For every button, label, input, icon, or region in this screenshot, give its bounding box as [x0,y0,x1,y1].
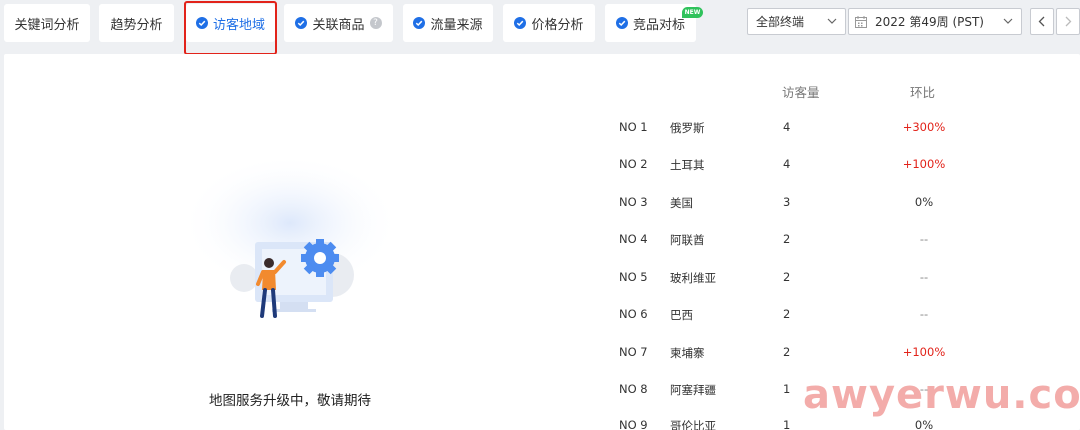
change-cell: +300% [902,120,946,134]
verified-check-icon [413,17,426,29]
chevron-down-icon [827,18,837,24]
tab-label: 价格分析 [531,17,584,33]
country-cell: 土耳其 [670,158,705,172]
calendar-icon [855,16,867,28]
country-cell: 阿塞拜疆 [670,383,716,397]
chevron-right-icon [1065,16,1072,27]
change-cell: 0% [914,418,934,430]
visits-cell: 2 [783,307,791,321]
visits-cell: 1 [783,382,791,396]
table-row: NO 2 土耳其 4 +100% [0,157,1080,177]
tab-related-products[interactable]: 关联商品 ? [284,4,393,42]
visits-cell: 2 [783,270,791,284]
change-cell: -- [919,307,929,321]
visits-cell: 4 [783,120,791,134]
rank-cell: NO 4 [619,232,648,246]
country-cell: 柬埔寨 [670,346,705,360]
country-cell: 巴西 [670,308,693,322]
country-cell: 玻利维亚 [670,271,716,285]
change-cell: +100% [902,345,946,359]
rank-cell: NO 3 [619,195,648,209]
prev-week-button[interactable] [1030,8,1054,35]
chevron-left-icon [1038,16,1045,27]
terminal-select[interactable]: 全部终端 [747,8,846,35]
week-picker-value: 2022 第49周 (PST) [875,15,984,29]
country-cell: 哥伦比亚 [670,419,716,430]
tab-label: 趋势分析 [110,17,163,33]
visits-cell: 4 [783,157,791,171]
table-row: NO 7 柬埔寨 2 +100% [0,345,1080,365]
tab-trend-analysis[interactable]: 趋势分析 [99,4,174,42]
rank-cell: NO 7 [619,345,648,359]
table-row: NO 6 巴西 2 -- [0,307,1080,327]
tab-label: 竞品对标 [632,17,685,33]
week-picker[interactable]: 2022 第49周 (PST) [848,8,1022,35]
rank-cell: NO 6 [619,307,648,321]
highlight-box [184,1,277,55]
new-badge: NEW [682,7,703,18]
rank-cell: NO 9 [619,418,648,430]
table-row: NO 4 阿联酋 2 -- [0,232,1080,252]
change-cell: 0% [914,195,934,209]
terminal-select-value: 全部终端 [756,15,805,29]
verified-check-icon [295,17,308,29]
tab-keyword-analysis[interactable]: 关键词分析 [4,4,90,42]
verified-check-icon [615,17,628,29]
column-header-visits: 访客量 [782,85,820,100]
tab-label: 流量来源 [430,17,483,33]
change-cell: -- [919,232,929,246]
table-row: NO 1 俄罗斯 4 +300% [0,120,1080,140]
country-cell: 阿联酋 [670,233,705,247]
column-header-change: 环比 [910,85,936,100]
change-cell: +100% [902,157,946,171]
table-row: NO 3 美国 3 0% [0,195,1080,215]
table-row: NO 9 哥伦比亚 1 0% [0,418,1080,430]
tab-bar: 关键词分析 趋势分析 访客地域 关联商品 ? 流量来源 价格分析 竞品对标 NE… [0,0,1080,55]
country-cell: 俄罗斯 [670,121,705,135]
tab-label: 关键词分析 [14,17,80,33]
rank-cell: NO 5 [619,270,648,284]
visits-cell: 2 [783,232,791,246]
visits-cell: 2 [783,345,791,359]
tab-price-analysis[interactable]: 价格分析 [503,4,595,42]
visits-cell: 3 [783,195,791,209]
next-week-button[interactable] [1056,8,1080,35]
help-icon[interactable]: ? [369,17,382,29]
change-cell: -- [919,270,929,284]
table-row: NO 5 玻利维亚 2 -- [0,270,1080,290]
rank-cell: NO 8 [619,382,648,396]
chevron-down-icon [1003,18,1013,24]
tab-label: 关联商品 [312,17,365,33]
rank-cell: NO 2 [619,157,648,171]
verified-check-icon [514,17,527,29]
country-cell: 美国 [670,196,693,210]
visits-cell: 1 [783,418,791,430]
rank-cell: NO 1 [619,120,648,134]
watermark: awyerwu.com [803,372,1080,418]
tab-traffic-source[interactable]: 流量来源 [403,4,493,42]
